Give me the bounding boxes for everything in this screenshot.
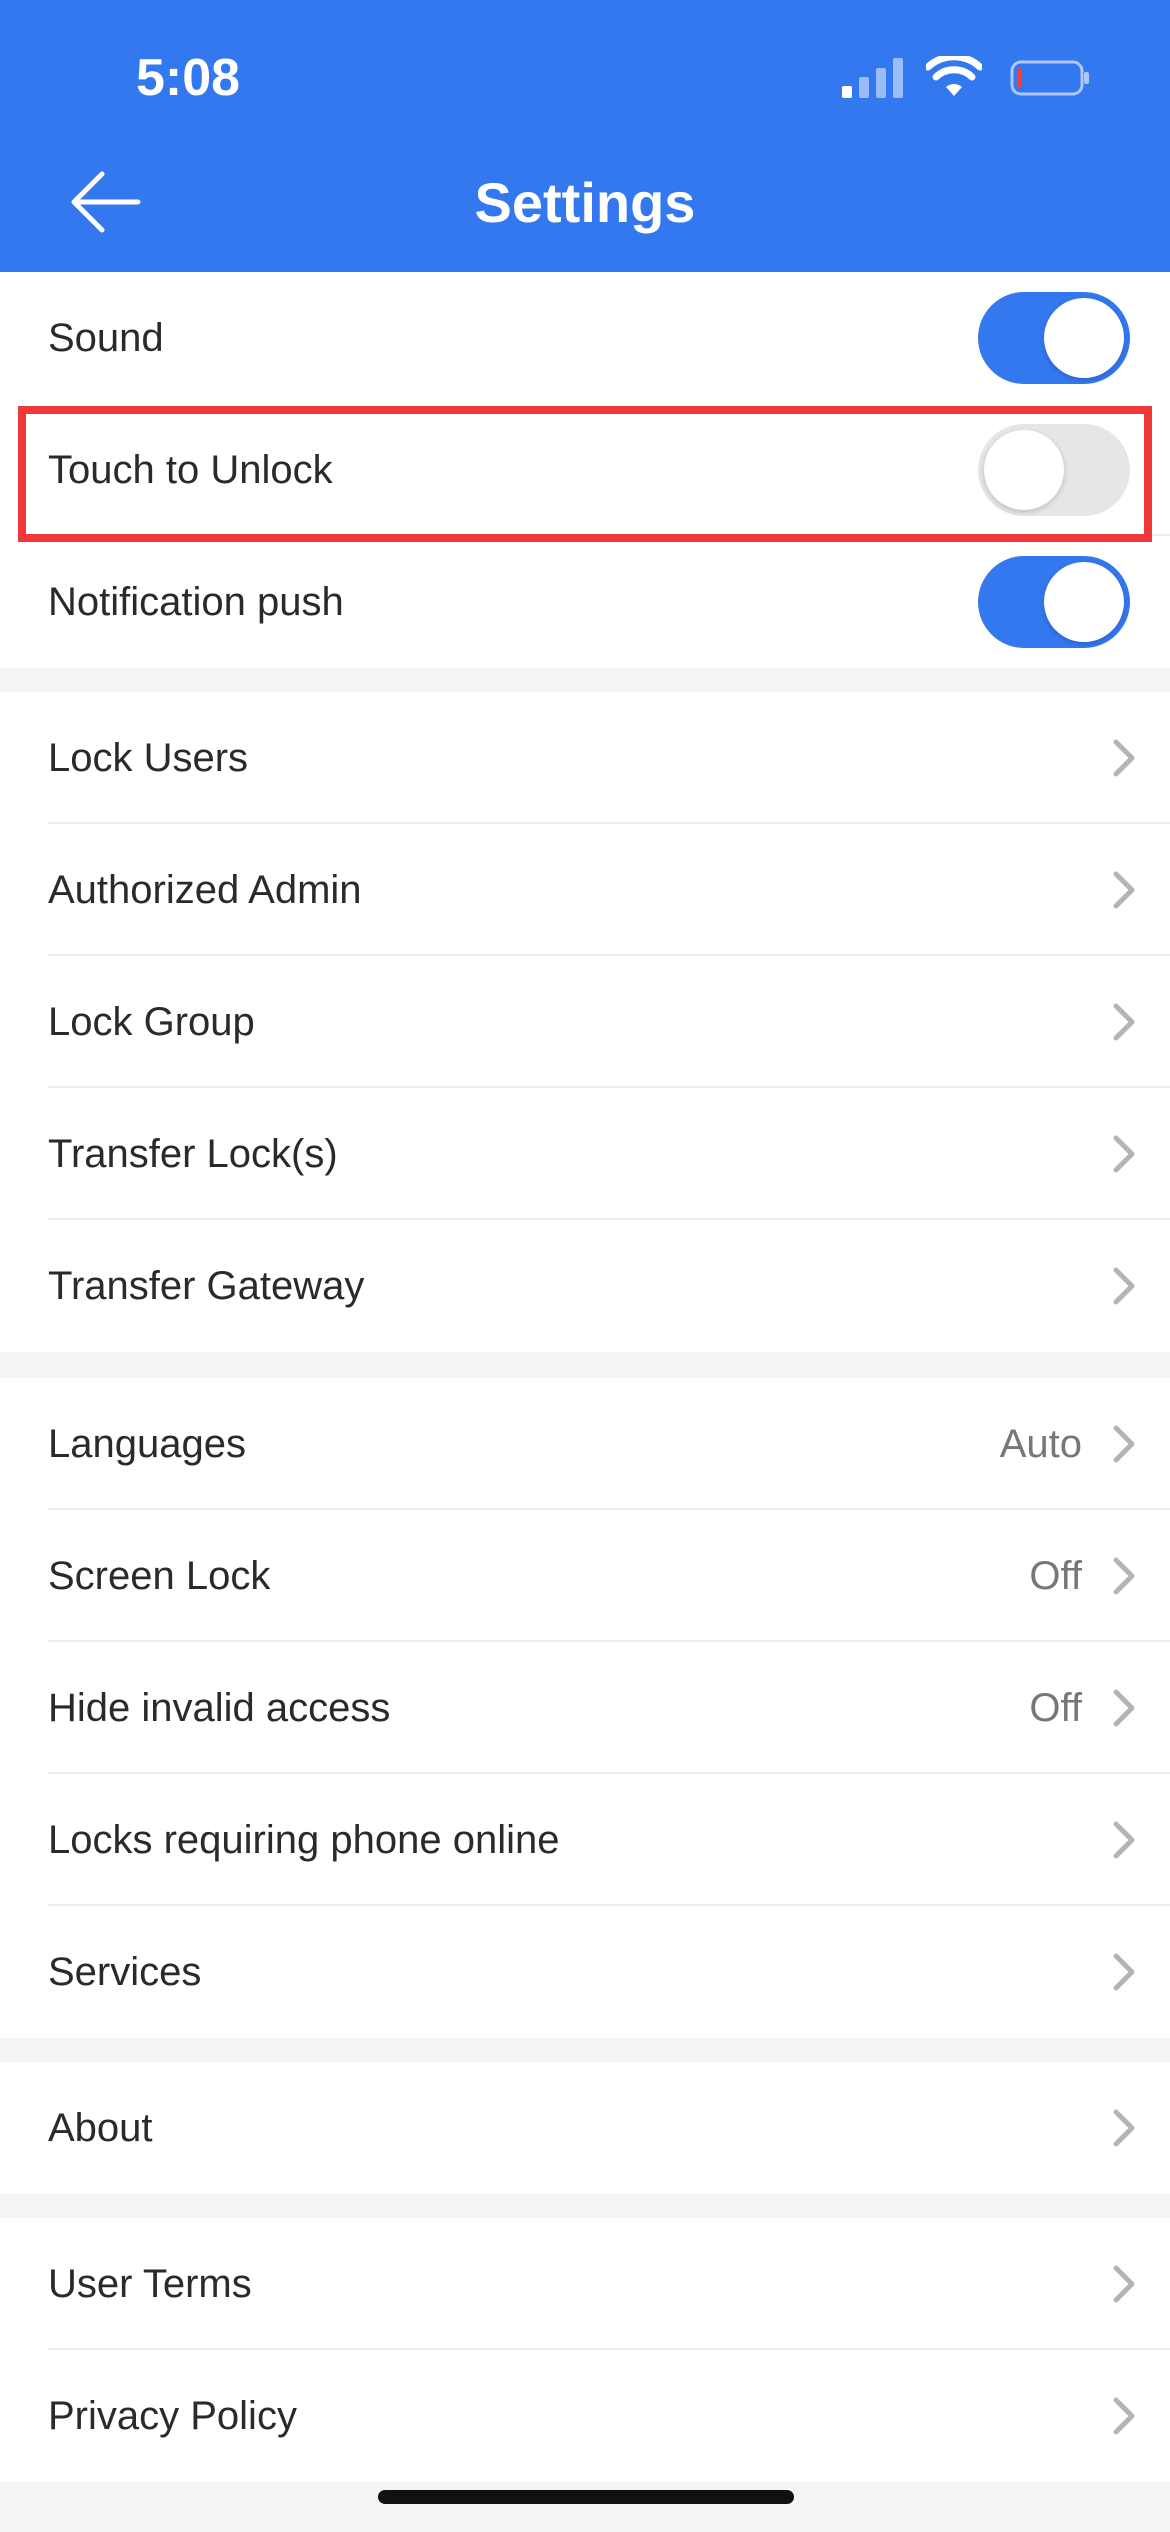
user-terms-row[interactable]: User Terms <box>0 2218 1170 2350</box>
hide-invalid-access-label: Hide invalid access <box>48 1685 391 1730</box>
privacy-policy-label: Privacy Policy <box>48 2393 297 2438</box>
sound-label: Sound <box>48 315 164 360</box>
lock-settings-group: Lock Users Authorized Admin Lock Group T… <box>0 692 1170 1352</box>
transfer-gateway-row[interactable]: Transfer Gateway <box>0 1220 1170 1352</box>
chevron-right-icon <box>1113 2109 1135 2147</box>
chevron-right-icon <box>1113 2397 1135 2435</box>
page-title: Settings <box>474 171 696 234</box>
chevron-right-icon <box>1113 871 1135 909</box>
transfer-gateway-label: Transfer Gateway <box>48 1263 365 1308</box>
chevron-right-icon <box>1113 1425 1135 1463</box>
app-settings-group: Languages Auto Screen Lock Off Hide inva… <box>0 1378 1170 2038</box>
sound-row: Sound <box>0 272 1170 404</box>
authorized-admin-row[interactable]: Authorized Admin <box>0 824 1170 956</box>
status-time: 5:08 <box>136 49 241 107</box>
chevron-right-icon <box>1113 1135 1135 1173</box>
languages-value: Auto <box>999 1421 1082 1466</box>
transfer-locks-label: Transfer Lock(s) <box>48 1131 338 1176</box>
chevron-right-icon <box>1113 1557 1135 1595</box>
wifi-icon <box>926 56 982 96</box>
toggle-knob <box>1044 562 1124 642</box>
chevron-right-icon <box>1113 1821 1135 1859</box>
toggle-knob <box>1044 298 1124 378</box>
legal-group: User Terms Privacy Policy <box>0 2218 1170 2482</box>
lock-users-label: Lock Users <box>48 735 249 780</box>
services-label: Services <box>48 1949 202 1994</box>
locks-requiring-phone-online-label: Locks requiring phone online <box>48 1817 560 1862</box>
lock-group-row[interactable]: Lock Group <box>0 956 1170 1088</box>
locks-requiring-phone-online-row[interactable]: Locks requiring phone online <box>0 1774 1170 1906</box>
screen-lock-label: Screen Lock <box>48 1553 271 1598</box>
chevron-right-icon <box>1113 1003 1135 1041</box>
battery-icon <box>1010 60 1089 96</box>
chevron-right-icon <box>1113 1267 1135 1305</box>
about-row[interactable]: About <box>0 2062 1170 2194</box>
hide-invalid-access-value: Off <box>1029 1685 1082 1730</box>
notification-push-row: Notification push <box>0 536 1170 668</box>
user-terms-label: User Terms <box>48 2261 252 2306</box>
chevron-right-icon <box>1113 739 1135 777</box>
highlight-box <box>18 406 1152 542</box>
screen-lock-value: Off <box>1029 1553 1082 1598</box>
screen-lock-row[interactable]: Screen Lock Off <box>0 1510 1170 1642</box>
languages-label: Languages <box>48 1421 246 1466</box>
authorized-admin-label: Authorized Admin <box>48 867 362 912</box>
signal-icon <box>842 58 903 98</box>
sound-toggle[interactable] <box>978 292 1130 384</box>
services-row[interactable]: Services <box>0 1906 1170 2038</box>
about-label: About <box>48 2105 153 2150</box>
transfer-locks-row[interactable]: Transfer Lock(s) <box>0 1088 1170 1220</box>
about-group: About <box>0 2062 1170 2194</box>
notification-push-toggle[interactable] <box>978 556 1130 648</box>
lock-users-row[interactable]: Lock Users <box>0 692 1170 824</box>
home-indicator <box>378 2490 794 2504</box>
notification-push-label: Notification push <box>48 579 344 624</box>
languages-row[interactable]: Languages Auto <box>0 1378 1170 1510</box>
chevron-right-icon <box>1113 1689 1135 1727</box>
navigation-header: 5:08 Settings <box>0 0 1170 272</box>
hide-invalid-access-row[interactable]: Hide invalid access Off <box>0 1642 1170 1774</box>
chevron-right-icon <box>1113 2265 1135 2303</box>
privacy-policy-row[interactable]: Privacy Policy <box>0 2350 1170 2482</box>
lock-group-label: Lock Group <box>48 999 255 1044</box>
chevron-right-icon <box>1113 1953 1135 1991</box>
